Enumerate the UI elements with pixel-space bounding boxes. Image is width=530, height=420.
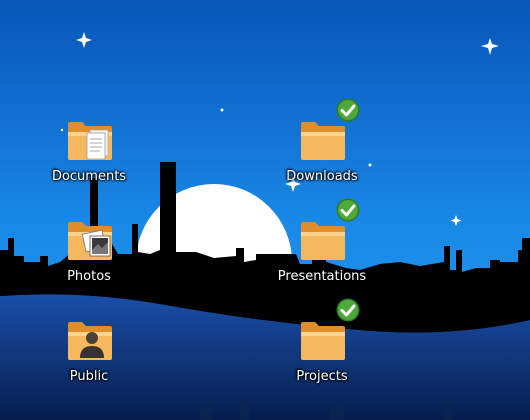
- desktop-icon-projects[interactable]: Projects: [262, 298, 382, 400]
- folder-icon: [68, 222, 112, 260]
- document-pages-icon: [86, 129, 109, 160]
- checkmark-emblem-icon: [336, 298, 360, 322]
- desktop-icon-downloads[interactable]: Downloads: [262, 98, 382, 200]
- desktop-icon-label: Projects: [296, 369, 348, 384]
- desktop-icon-presentations[interactable]: Presentations: [262, 198, 382, 300]
- desktop-icon-label: Presentations: [277, 269, 367, 284]
- desktop: Documents Downloads Photos Presentations…: [0, 0, 530, 420]
- desktop-icon-label: Public: [69, 369, 109, 384]
- folder-icon: [301, 322, 345, 360]
- checkmark-emblem-icon: [336, 98, 360, 122]
- desktop-icon-photos[interactable]: Photos: [29, 220, 149, 300]
- folder-icon: [68, 322, 112, 360]
- checkmark-emblem-icon: [336, 198, 360, 222]
- desktop-icon-label: Photos: [67, 269, 111, 284]
- desktop-icon-label: Downloads: [286, 169, 358, 184]
- folder-icon: [301, 122, 345, 160]
- desktop-icon-public[interactable]: Public: [29, 320, 149, 400]
- folder-icon: [68, 122, 112, 160]
- folder-icon: [301, 222, 345, 260]
- desktop-icon-documents[interactable]: Documents: [29, 120, 149, 200]
- desktop-icon-label: Documents: [51, 169, 127, 184]
